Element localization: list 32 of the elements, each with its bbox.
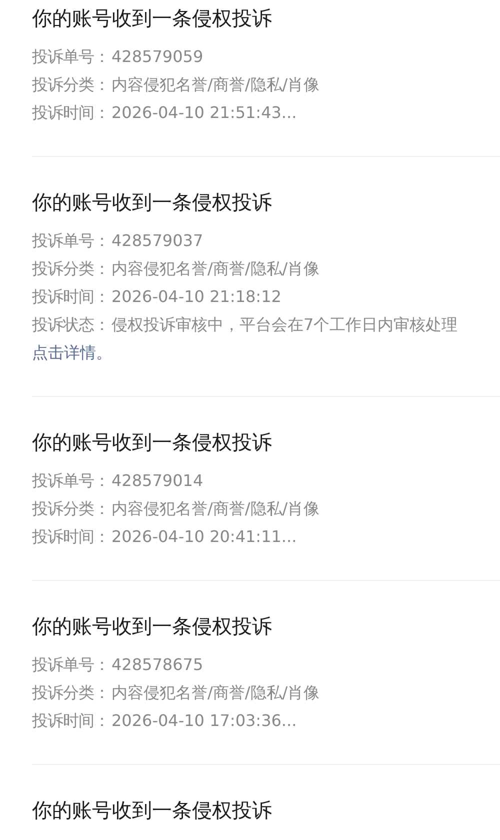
field-label: 投诉分类： — [32, 499, 110, 518]
notification-title: 你的账号收到一条侵权投诉 — [32, 189, 273, 216]
field-label: 投诉分类： — [32, 75, 110, 94]
notification-title: 你的账号收到一条侵权投诉 — [32, 5, 273, 32]
field-value: 内容侵犯名誉/商誉/隐私/肖像 — [112, 499, 320, 518]
field-label: 投诉分类： — [32, 259, 110, 278]
field-label: 投诉单号： — [32, 471, 110, 490]
field-value: 428579014 — [112, 471, 204, 490]
field-value: 428578675 — [112, 655, 204, 674]
field-value: 2026-04-10 17:03:36... — [112, 711, 297, 730]
notification-title: 你的账号收到一条侵权投诉 — [32, 613, 273, 640]
field-label: 投诉单号： — [32, 47, 110, 66]
field-value: 428579037 — [112, 231, 204, 250]
field-label: 投诉时间： — [32, 527, 110, 546]
field-value: 内容侵犯名誉/商誉/隐私/肖像 — [112, 683, 320, 702]
field-label: 投诉分类： — [32, 683, 110, 702]
field-value: 内容侵犯名誉/商誉/隐私/肖像 — [112, 75, 320, 94]
field-value: 2026-04-10 21:18:12 — [112, 287, 282, 306]
field-value: 2026-04-10 20:41:11... — [112, 527, 297, 546]
notification-title: 你的账号收到一条侵权投诉 — [32, 797, 273, 824]
field-label: 投诉状态： — [32, 315, 110, 334]
field-value: 侵权投诉审核中，平台会在7个工作日内审核处理 — [112, 315, 458, 334]
field-value: 内容侵犯名誉/商誉/隐私/肖像 — [112, 259, 320, 278]
field-value: 2026-04-10 21:51:43... — [112, 103, 297, 122]
field-label: 投诉时间： — [32, 103, 110, 122]
field-value: 428579059 — [112, 47, 204, 66]
field-label: 投诉时间： — [32, 711, 110, 730]
notification-title: 你的账号收到一条侵权投诉 — [32, 429, 273, 456]
field-label: 投诉单号： — [32, 655, 110, 674]
field-label: 投诉单号： — [32, 231, 110, 250]
details-link[interactable]: 点击详情。 — [32, 343, 112, 362]
field-label: 投诉时间： — [32, 287, 110, 306]
